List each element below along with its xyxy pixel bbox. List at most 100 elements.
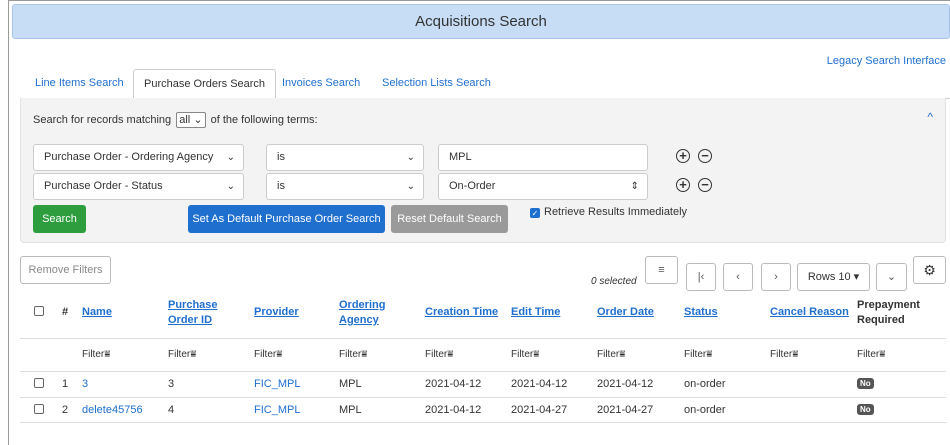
filter-agency[interactable]: Filter⩸ [339,349,367,360]
row-name-link[interactable]: 3 [82,378,88,390]
tab-invoices[interactable]: Invoices Search [272,69,370,99]
row-created: 2021-04-12 [425,404,482,416]
search-button[interactable]: Search [33,205,86,233]
filter-created[interactable]: Filter⩸ [425,349,453,360]
filter-name[interactable]: Filter⩸ [82,349,110,360]
filter-cancel[interactable]: Filter⩸ [770,349,798,360]
col-header-prepay: Prepayment Required [857,299,920,326]
value-input-1-text: MPL [449,151,472,163]
filter-provider[interactable]: Filter⩸ [254,349,282,360]
chevron-down-icon[interactable]: ⌄ [876,263,907,291]
filter-po-id[interactable]: Filter⩸ [168,349,196,360]
next-page-icon[interactable]: › [761,263,791,291]
row-name-link[interactable]: delete45756 [82,404,143,416]
filter-icon: ⩸ [879,349,886,360]
col-header-provider[interactable]: Provider [254,305,299,320]
rows-per-page-select[interactable]: Rows 10 ▾ [797,263,870,291]
filter-icon: ⩸ [792,349,799,360]
col-header-name[interactable]: Name [82,305,112,320]
set-default-search-button[interactable]: Set As Default Purchase Order Search [188,205,385,233]
filter-icon: ⩸ [533,349,540,360]
row-provider-link[interactable]: FIC_MPL [254,404,300,416]
row-status: on-order [684,404,726,416]
match-suffix: of the following terms: [210,114,318,126]
filter-icon: ⩸ [190,349,197,360]
reset-default-search-button[interactable]: Reset Default Search [391,205,508,233]
row-edited: 2021-04-12 [511,378,568,390]
chevron-down-icon: ⌄ [193,114,203,126]
chevron-down-icon: ⌄ [226,181,235,192]
filter-label: Filter [82,349,105,360]
tab-selection-lists[interactable]: Selection Lists Search [372,69,501,99]
operator-select-2-value: is [277,180,285,192]
prepay-badge: No [857,378,874,389]
table-row [20,397,946,423]
row-created: 2021-04-12 [425,378,482,390]
match-select[interactable]: all ⌄ [176,112,206,128]
filter-label: Filter [511,349,534,360]
legacy-search-link[interactable]: Legacy Search Interface [827,55,946,67]
value-select-2-text: On-Order [449,180,496,192]
bulk-actions-icon[interactable]: ≡ [645,256,678,284]
row-edited: 2021-04-27 [511,404,568,416]
match-prefix: Search for records matching [33,114,172,126]
row-checkbox[interactable] [34,378,44,388]
prepay-badge: No [857,404,874,415]
row-order-date: 2021-04-12 [597,378,654,390]
select-all-checkbox[interactable] [34,306,44,316]
row-status: on-order [684,378,726,390]
tab-purchase-orders[interactable]: Purchase Orders Search [133,69,277,100]
add-row-icon[interactable]: + [676,149,690,163]
prev-page-icon[interactable]: ‹ [723,263,753,291]
row-provider-link[interactable]: FIC_MPL [254,378,300,390]
filter-prepay[interactable]: Filter⩸ [857,349,885,360]
remove-filters-button[interactable]: Remove Filters [20,256,111,284]
col-header-created[interactable]: Creation Time [425,305,498,320]
remove-row-icon[interactable]: − [698,178,712,192]
col-header-status[interactable]: Status [684,305,718,320]
operator-select-1-value: is [277,151,285,163]
remove-row-icon[interactable]: − [698,149,712,163]
filter-icon: ⩸ [104,349,111,360]
row-number: 1 [62,378,69,390]
col-header-cancel[interactable]: Cancel Reason [770,305,849,320]
filter-icon: ⩸ [447,349,454,360]
operator-select-1[interactable]: is ⌄ [266,144,424,171]
chevron-down-icon: ⌄ [406,181,415,192]
collapse-icon[interactable]: ^ [927,110,933,124]
row-agency: MPL [339,378,362,390]
col-header-order-date[interactable]: Order Date [597,305,654,320]
field-select-2[interactable]: Purchase Order - Status ⌄ [33,173,244,200]
col-header-agency[interactable]: Ordering Agency [339,298,399,328]
row-checkbox[interactable] [34,404,44,414]
col-header-num: # [62,306,69,318]
field-select-1[interactable]: Purchase Order - Ordering Agency ⌄ [33,144,244,171]
value-select-2[interactable]: On-Order ⇕ [438,173,648,200]
col-header-edited[interactable]: Edit Time [511,305,560,320]
field-select-1-value: Purchase Order - Ordering Agency [44,151,214,163]
settings-gear-icon[interactable]: ⚙ [913,256,946,284]
filter-label: Filter [597,349,620,360]
match-line: Search for records matching all ⌄ of the… [33,112,318,128]
retrieve-results-checkbox[interactable]: ✓ [530,208,540,218]
filter-label: Filter [857,349,880,360]
search-panel: Search for records matching all ⌄ of the… [20,98,946,243]
chevron-down-icon: ⌄ [406,152,415,163]
filter-status[interactable]: Filter⩸ [684,349,712,360]
value-input-1[interactable]: MPL [438,144,648,171]
filter-row [20,338,946,371]
filter-label: Filter [425,349,448,360]
chevron-down-icon: ⌄ [226,152,235,163]
filter-label: Filter [684,349,707,360]
tab-line-items[interactable]: Line Items Search [25,69,134,99]
selected-count: 0 selected [591,276,637,287]
col-header-po-id[interactable]: Purchase Order ID [168,298,228,328]
filter-order-date[interactable]: Filter⩸ [597,349,625,360]
filter-label: Filter [339,349,362,360]
filter-label: Filter [254,349,277,360]
table-row [20,371,946,397]
filter-edited[interactable]: Filter⩸ [511,349,539,360]
add-row-icon[interactable]: + [676,178,690,192]
operator-select-2[interactable]: is ⌄ [266,173,424,200]
first-page-icon[interactable]: |‹ [686,263,716,291]
